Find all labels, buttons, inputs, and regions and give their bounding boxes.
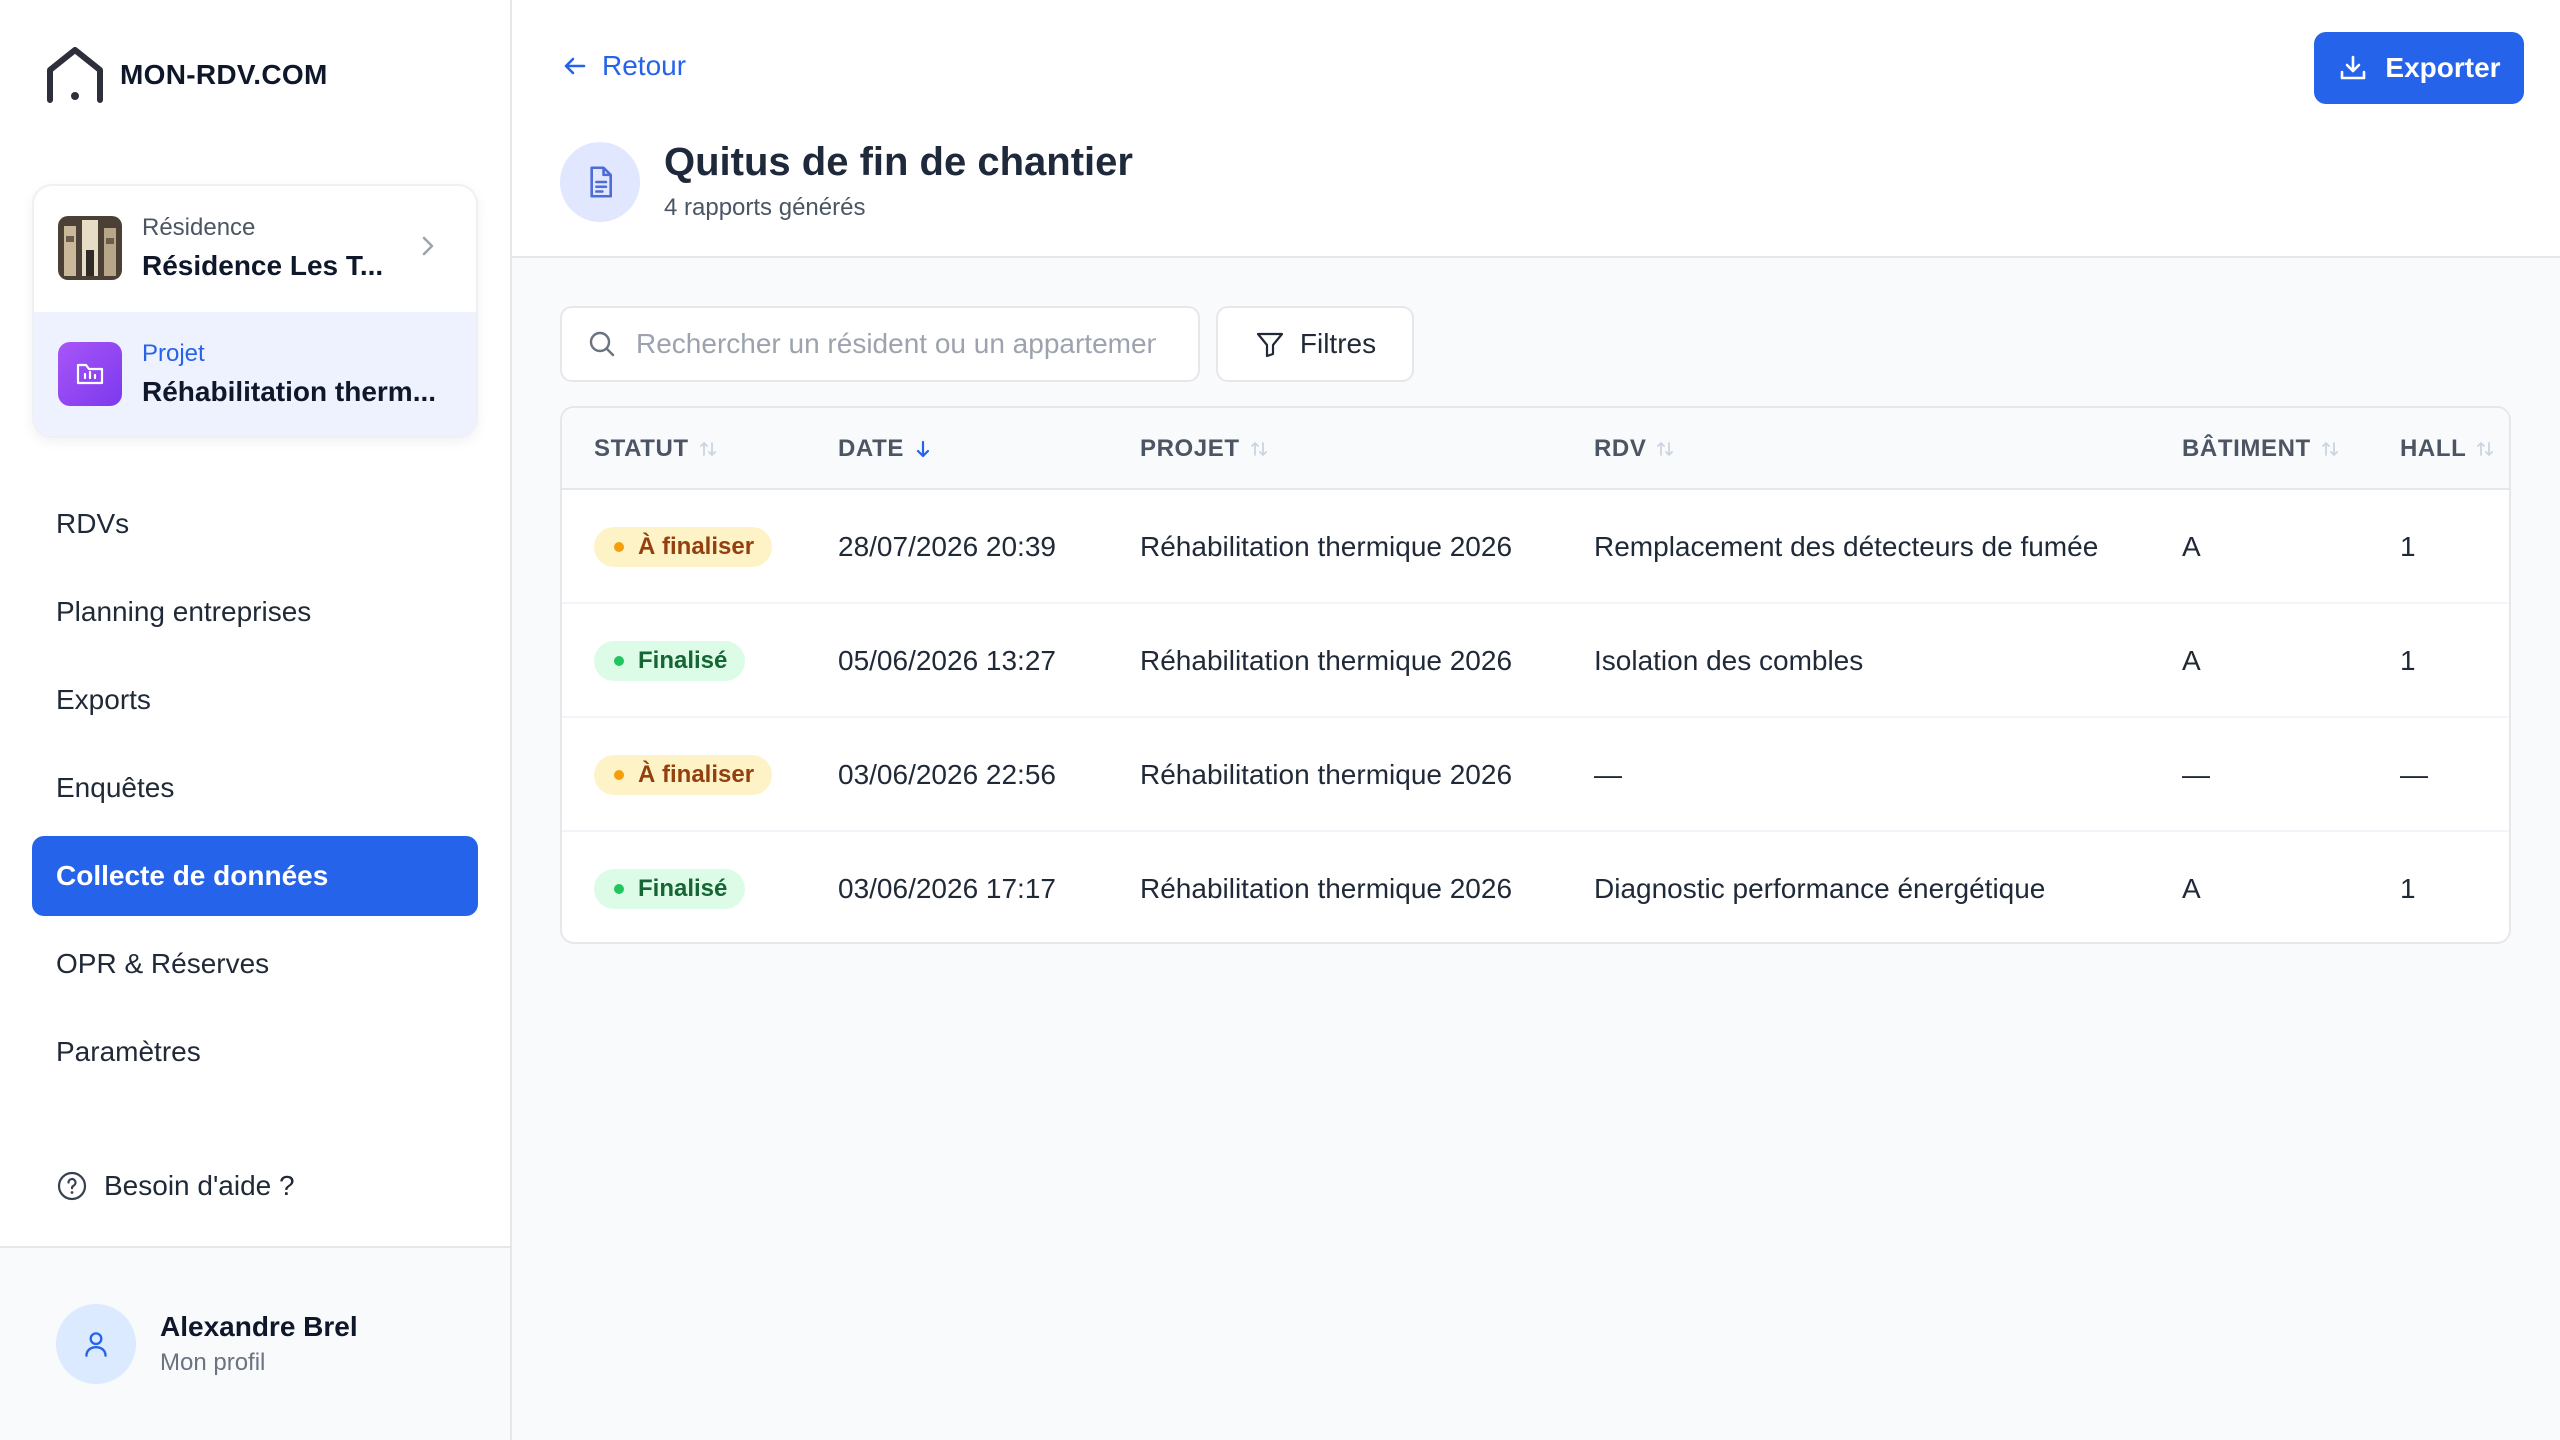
filters-label: Filtres [1299,328,1377,359]
project-label: Projet [142,340,205,367]
brand-name: MON-RDV.COM [120,59,328,90]
column-header-projet[interactable]: PROJET [1140,408,1270,490]
nav-item-opr[interactable]: OPR & Réserves [32,924,478,1004]
status-dot [614,884,624,894]
cell-batiment: A [2182,873,2201,904]
avatar [56,1304,136,1384]
filters-button[interactable]: Filtres [1216,306,1414,382]
main-nav: RDVs Planning entreprises Exports Enquêt… [32,484,478,1100]
export-label: Exporter [2385,52,2501,83]
cell-projet: Réhabilitation thermique 2026 [1140,759,1513,790]
download-icon [2341,55,2366,80]
cell-hall: 1 [2400,531,2416,562]
sort-icon [699,442,716,456]
residence-label: Résidence [142,214,256,241]
project-selector[interactable]: Projet Réhabilitation therm... [34,312,476,436]
column-header-batiment[interactable]: BÂTIMENT [2182,408,2341,490]
back-link[interactable]: Retour [560,50,686,82]
user-icon [85,1332,107,1357]
cell-batiment: A [2182,645,2201,676]
nav-item-parametres[interactable]: Paramètres [32,1012,478,1092]
table-row[interactable]: À finaliser 28/07/2026 20:39 Réhabilitat… [562,490,2509,604]
sort-icon [2477,442,2494,456]
cell-projet: Réhabilitation thermique 2026 [1140,645,1513,676]
help-circle-icon [57,1171,87,1201]
user-profile[interactable]: Alexandre Brel Mon profil [0,1246,510,1440]
cell-batiment: — [2182,759,2210,790]
export-button[interactable]: Exporter [2314,32,2524,104]
residence-thumbnail [58,216,122,280]
chevron-right-icon [422,236,434,256]
table-header: STATUT DATE PROJET RDV BÂTIMENT HALL [562,408,2509,490]
brand-logo[interactable]: MON-RDV.COM [44,44,328,106]
house-logo-icon [47,47,103,103]
status-dot [614,542,624,552]
cell-rdv: Isolation des combles [1594,645,1864,676]
table-row[interactable]: À finaliser 03/06/2026 22:56 Réhabilitat… [562,718,2509,832]
status-badge: À finaliser [594,527,773,567]
sort-icon [1657,442,1674,456]
cell-projet: Réhabilitation thermique 2026 [1140,531,1513,562]
residence-value: Résidence Les T... [142,250,384,281]
table-row[interactable]: Finalisé 03/06/2026 17:17 Réhabilitation… [562,832,2509,942]
column-header-hall[interactable]: HALL [2400,408,2496,490]
back-label: Retour [602,50,687,81]
residence-selector[interactable]: Résidence Résidence Les T... [34,186,476,310]
cell-batiment: A [2182,531,2201,562]
status-badge: Finalisé [594,641,746,681]
filter-icon [1256,332,1283,358]
page-subtitle: 4 rapports générés [664,194,866,221]
table-row[interactable]: Finalisé 05/06/2026 13:27 Réhabilitation… [562,604,2509,718]
cell-hall: 1 [2400,873,2416,904]
help-link[interactable]: Besoin d'aide ? [56,1170,295,1202]
reports-table: STATUT DATE PROJET RDV BÂTIMENT HALL À f… [560,406,2511,944]
column-header-statut[interactable]: STATUT [594,408,719,490]
project-folder-icon [58,342,122,406]
column-header-date[interactable]: DATE [838,408,934,490]
nav-item-planning[interactable]: Planning entreprises [32,572,478,652]
search-icon [589,331,615,357]
status-badge: Finalisé [594,869,746,909]
search-input[interactable] [636,328,1156,360]
sort-icon [1250,442,1267,456]
sidebar: MON-RDV.COM Résidence Résidence Les T... [0,0,512,1440]
column-header-rdv[interactable]: RDV [1594,408,1676,490]
page-title: Quitus de fin de chantier [664,140,1133,184]
nav-item-rdvs[interactable]: RDVs [32,484,478,564]
user-name: Alexandre Brel [160,1311,358,1342]
sort-icon [2321,442,2338,456]
nav-item-collecte[interactable]: Collecte de données [32,836,478,916]
user-subtitle: Mon profil [160,1349,266,1376]
arrow-left-icon [564,57,586,75]
nav-item-exports[interactable]: Exports [32,660,478,740]
cell-hall: — [2400,759,2428,790]
context-selector: Résidence Résidence Les T... Projet Réha… [32,184,478,438]
cell-rdv: Diagnostic performance énergétique [1594,873,2046,904]
document-icon [560,142,640,222]
status-dot [614,770,624,780]
cell-date: 28/07/2026 20:39 [838,531,1056,562]
help-label: Besoin d'aide ? [104,1170,295,1201]
cell-date: 03/06/2026 22:56 [838,759,1056,790]
cell-projet: Réhabilitation thermique 2026 [1140,873,1513,904]
page-header: Retour Exporter Quitus de fin de chantie… [512,0,2560,258]
sort-desc-icon [916,440,930,458]
search-box [560,306,1200,382]
status-dot [614,656,624,666]
cell-hall: 1 [2400,645,2416,676]
project-value: Réhabilitation therm... [142,376,437,407]
nav-item-enquetes[interactable]: Enquêtes [32,748,478,828]
cell-rdv: Remplacement des détecteurs de fumée [1594,531,2099,562]
cell-date: 03/06/2026 17:17 [838,873,1056,904]
status-badge: À finaliser [594,755,773,795]
cell-date: 05/06/2026 13:27 [838,645,1056,676]
cell-rdv: — [1594,759,1622,790]
